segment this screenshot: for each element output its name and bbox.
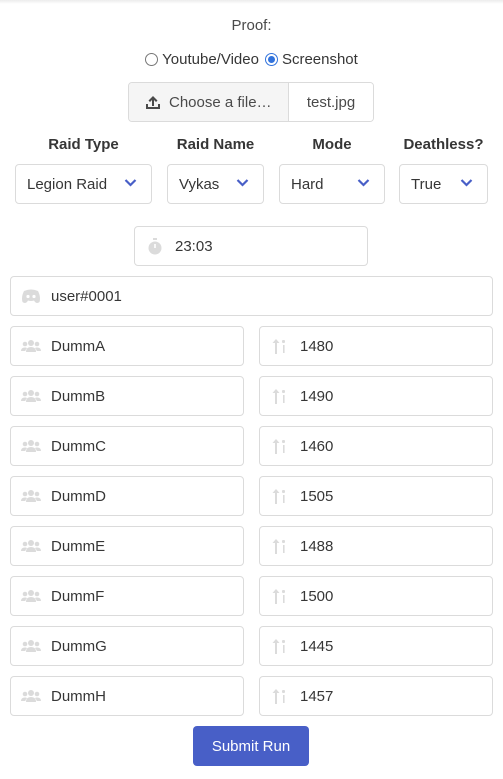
player-name-input[interactable]: DummB bbox=[10, 376, 244, 416]
radio-youtube-video[interactable]: Youtube/Video bbox=[145, 51, 259, 68]
deathless-value: True bbox=[411, 175, 442, 193]
player-name-input[interactable]: DummA bbox=[10, 326, 244, 366]
sort-amount-icon bbox=[260, 427, 300, 465]
player-ilvl-input[interactable]: 1457 bbox=[259, 676, 493, 716]
file-upload: Choose a file… test.jpg bbox=[128, 82, 374, 122]
player-name-value: DummA bbox=[51, 337, 106, 355]
player-ilvl-input[interactable]: 1500 bbox=[259, 576, 493, 616]
file-name: test.jpg bbox=[289, 83, 373, 121]
player-name-input[interactable]: DummH bbox=[10, 676, 244, 716]
player-ilvl-value: 1457 bbox=[300, 687, 334, 705]
discord-value: user#0001 bbox=[51, 287, 122, 305]
users-icon bbox=[11, 477, 51, 515]
player-ilvl-value: 1488 bbox=[300, 537, 334, 555]
mode-label: Mode bbox=[312, 136, 352, 153]
time-value: 23:03 bbox=[175, 237, 213, 255]
player-name-input[interactable]: DummF bbox=[10, 576, 244, 616]
raid-name-select[interactable]: Vykas bbox=[167, 164, 264, 204]
time-input[interactable]: 23:03 bbox=[134, 226, 368, 266]
player-name-input[interactable]: DummG bbox=[10, 626, 244, 666]
mode-value: Hard bbox=[291, 175, 324, 193]
radio-youtube-video-circle[interactable] bbox=[145, 53, 159, 66]
proof-label: Proof: bbox=[231, 17, 272, 34]
radio-screenshot-circle[interactable] bbox=[264, 53, 278, 66]
users-icon bbox=[11, 627, 51, 665]
raid-name-label: Raid Name bbox=[176, 136, 255, 153]
player-name-input[interactable]: DummC bbox=[10, 426, 244, 466]
proof-radio-group: Youtube/Video Screenshot bbox=[0, 51, 503, 68]
player-name-value: DummB bbox=[51, 387, 106, 405]
player-ilvl-input[interactable]: 1490 bbox=[259, 376, 493, 416]
player-name-value: DummF bbox=[51, 587, 105, 605]
discord-icon bbox=[11, 277, 51, 315]
player-ilvl-input[interactable]: 1480 bbox=[259, 326, 493, 366]
sort-amount-icon bbox=[260, 627, 300, 665]
sort-amount-icon bbox=[260, 577, 300, 615]
chevron-down-icon bbox=[460, 179, 473, 187]
player-ilvl-input[interactable]: 1445 bbox=[259, 626, 493, 666]
player-ilvl-value: 1480 bbox=[300, 337, 334, 355]
stopwatch-icon bbox=[135, 227, 175, 265]
player-ilvl-input[interactable]: 1460 bbox=[259, 426, 493, 466]
users-icon bbox=[11, 577, 51, 615]
choose-file-label: Choose a file… bbox=[169, 93, 272, 111]
chevron-down-icon bbox=[357, 179, 370, 187]
player-ilvl-value: 1445 bbox=[300, 637, 334, 655]
raid-type-select[interactable]: Legion Raid bbox=[15, 164, 152, 204]
sort-amount-icon bbox=[260, 477, 300, 515]
users-icon bbox=[11, 327, 51, 365]
player-name-value: DummE bbox=[51, 537, 106, 555]
player-ilvl-value: 1500 bbox=[300, 587, 334, 605]
player-name-value: DummC bbox=[51, 437, 106, 455]
deathless-label: Deathless? bbox=[403, 136, 484, 153]
player-ilvl-value: 1505 bbox=[300, 487, 334, 505]
player-ilvl-value: 1490 bbox=[300, 387, 334, 405]
player-name-value: DummD bbox=[51, 487, 106, 505]
raid-type-label: Raid Type bbox=[48, 136, 119, 153]
player-name-value: DummG bbox=[51, 637, 107, 655]
player-ilvl-input[interactable]: 1505 bbox=[259, 476, 493, 516]
radio-screenshot[interactable]: Screenshot bbox=[264, 51, 358, 68]
users-icon bbox=[11, 527, 51, 565]
player-name-value: DummH bbox=[51, 687, 106, 705]
radio-screenshot-label: Screenshot bbox=[281, 51, 358, 68]
upload-icon bbox=[146, 95, 160, 109]
sort-amount-icon bbox=[260, 377, 300, 415]
radio-youtube-video-label: Youtube/Video bbox=[162, 51, 259, 68]
deathless-select[interactable]: True bbox=[399, 164, 488, 204]
chevron-down-icon bbox=[236, 179, 249, 187]
discord-input[interactable]: user#0001 bbox=[10, 276, 493, 316]
player-ilvl-input[interactable]: 1488 bbox=[259, 526, 493, 566]
raid-type-value: Legion Raid bbox=[27, 175, 108, 193]
player-name-input[interactable]: DummE bbox=[10, 526, 244, 566]
users-icon bbox=[11, 427, 51, 465]
sort-amount-icon bbox=[260, 327, 300, 365]
top-shadow bbox=[0, 0, 503, 4]
users-icon bbox=[11, 677, 51, 715]
users-icon bbox=[11, 377, 51, 415]
submit-run-button[interactable]: Submit Run bbox=[193, 726, 309, 766]
sort-amount-icon bbox=[260, 677, 300, 715]
chevron-down-icon bbox=[124, 179, 137, 187]
choose-file-button[interactable]: Choose a file… bbox=[129, 83, 289, 121]
mode-select[interactable]: Hard bbox=[279, 164, 385, 204]
player-name-input[interactable]: DummD bbox=[10, 476, 244, 516]
sort-amount-icon bbox=[260, 527, 300, 565]
player-ilvl-value: 1460 bbox=[300, 437, 334, 455]
raid-name-value: Vykas bbox=[179, 175, 220, 193]
